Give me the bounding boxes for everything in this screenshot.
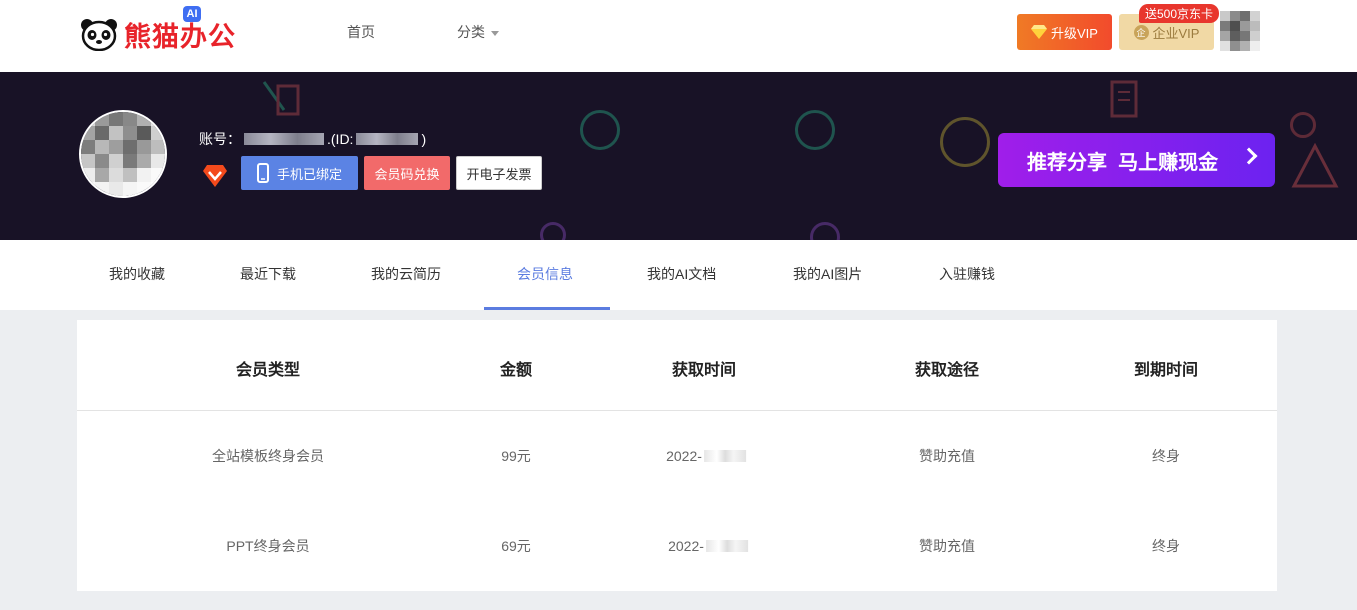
tab-ai-images[interactable]: 我的AI图片 <box>793 240 862 310</box>
member-code-redeem-button[interactable]: 会员码兑换 <box>364 156 450 190</box>
cell-expiry: 终身 <box>1152 538 1180 554</box>
cell-amount: 69元 <box>501 538 531 554</box>
phone-icon <box>256 163 269 183</box>
ai-badge: AI <box>183 6 201 22</box>
site-logo[interactable]: 熊猫办公 <box>80 14 236 54</box>
table-header: 会员类型 金额 获取时间 获取途径 到期时间 <box>77 320 1277 411</box>
cell-member-type: PPT终身会员 <box>226 538 310 554</box>
phone-bound-button[interactable]: 手机已绑定 <box>241 156 358 190</box>
decor-doc-icon <box>262 81 300 116</box>
header-amount: 金额 <box>499 362 533 379</box>
date-redacted <box>703 450 746 462</box>
referral-share-label: 推荐分享 马上赚现金 <box>1027 151 1219 174</box>
tab-favorites[interactable]: 我的收藏 <box>109 240 165 310</box>
tab-ai-documents[interactable]: 我的AI文档 <box>647 240 716 310</box>
date-text: 2022- <box>668 538 704 554</box>
nav-home[interactable]: 首页 <box>347 22 375 42</box>
decor-triangle-icon <box>1291 142 1339 188</box>
decor-circle <box>940 117 990 167</box>
header-acquired-time: 获取时间 <box>671 362 737 379</box>
cell-amount: 99元 <box>501 448 531 464</box>
caret-down-icon <box>491 30 499 36</box>
nav-category[interactable]: 分类 <box>457 22 499 42</box>
cell-acquired-time: 2022- <box>668 501 748 591</box>
user-avatar[interactable] <box>1220 11 1260 51</box>
diamond-icon <box>1031 25 1048 39</box>
profile-avatar[interactable] <box>79 110 167 198</box>
referral-share-button[interactable]: 推荐分享 马上赚现金 <box>998 133 1275 187</box>
tab-membership-info[interactable]: 会员信息 <box>517 240 573 310</box>
account-info: 账号： .(ID: ) <box>199 129 426 149</box>
profile-banner: 账号： .(ID: ) 手机已绑定 会员码兑换 开电子发票 推荐分享 马上赚现金 <box>0 72 1357 240</box>
header-acquired-source: 获取途径 <box>914 362 980 379</box>
nav-category-label: 分类 <box>457 24 485 40</box>
vip-diamond-icon <box>203 165 227 187</box>
tab-cloud-resume[interactable]: 我的云简历 <box>371 240 441 310</box>
id-label: .(ID: <box>327 131 354 147</box>
header-expiry: 到期时间 <box>1133 362 1199 379</box>
account-tabs: 我的收藏 最近下载 我的云简历 会员信息 我的AI文档 我的AI图片 入驻赚钱 <box>0 240 1357 310</box>
date-redacted <box>705 540 748 552</box>
id-close: ) <box>421 131 427 147</box>
enterprise-coin-icon: 企 <box>1133 24 1149 40</box>
chevron-right-icon <box>1240 147 1258 165</box>
tab-recent-downloads[interactable]: 最近下载 <box>240 240 296 310</box>
phone-bound-label: 手机已绑定 <box>276 166 342 182</box>
date-text: 2022- <box>666 448 702 464</box>
table-row: PPT终身会员 69元 2022- 赞助充值 终身 <box>77 501 1277 591</box>
cell-source: 赞助充值 <box>919 448 975 464</box>
panda-logo-icon <box>81 19 117 51</box>
decor-circle <box>1290 112 1316 138</box>
jd-card-promo-badge: 送500京东卡 <box>1139 4 1220 23</box>
decor-circle <box>795 110 835 150</box>
logo-text: 熊猫办公 <box>124 21 236 53</box>
top-navbar: 熊猫办公 AI 首页 分类 升级VIP 企 企业VIP 送500京东卡 <box>0 0 1357 72</box>
upgrade-vip-button[interactable]: 升级VIP <box>1017 14 1112 50</box>
account-redacted <box>244 133 324 145</box>
cell-source: 赞助充值 <box>919 538 975 554</box>
header-member-type: 会员类型 <box>235 362 301 379</box>
cell-expiry: 终身 <box>1152 448 1180 464</box>
upgrade-vip-label: 升级VIP <box>1051 25 1098 41</box>
table-row: 全站模板终身会员 99元 2022- 赞助充值 终身 <box>77 411 1277 501</box>
membership-table: 会员类型 金额 获取时间 获取途径 到期时间 全站模板终身会员 99元 2022… <box>77 320 1277 591</box>
e-invoice-button[interactable]: 开电子发票 <box>456 156 542 190</box>
cell-acquired-time: 2022- <box>666 411 746 501</box>
decor-circle <box>580 110 620 150</box>
account-label: 账号： <box>199 131 241 147</box>
decor-doc-icon <box>1110 80 1138 118</box>
decor-circle <box>810 222 840 240</box>
id-redacted <box>356 133 419 145</box>
decor-circle <box>540 222 566 240</box>
cell-member-type: 全站模板终身会员 <box>212 448 324 464</box>
tab-join-earn[interactable]: 入驻赚钱 <box>939 240 995 310</box>
active-tab-indicator <box>484 307 610 310</box>
enterprise-vip-label: 企业VIP <box>1152 25 1200 41</box>
